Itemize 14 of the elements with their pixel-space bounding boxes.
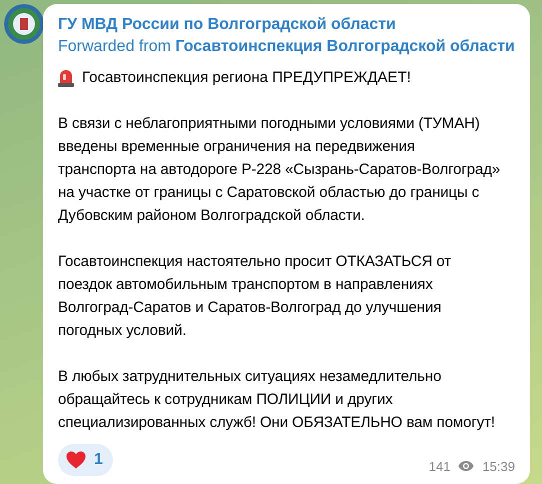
headline-text: Госавтоинспекция региона ПРЕДУПРЕЖДАЕТ! [82, 68, 411, 88]
siren-icon [58, 68, 74, 86]
message-paragraph: В любых затруднительных ситуациях незамедлительно обращайтесь к сотрудникам ПОЛИЦИИ и других специализированных служб! Они ОБЯЗАТЕЛЬНО вам помогут! [58, 367, 496, 433]
eye-icon [458, 460, 474, 472]
message-paragraph: В связи с неблагоприятными погодными условиями (ТУМАН) введены временные ограничения на передвижения транспорта на автодороге Р-228 «Сызрань-Саратов-Волгоград» на участке от границы с Саратовской областью до границы с Дубовским районом Волгоградской области. [58, 114, 502, 226]
sender-name[interactable]: ГУ МВД России по Волгоградской области [58, 14, 515, 36]
view-count: 141 [428, 458, 450, 476]
reaction-button[interactable]: 1 [58, 444, 113, 476]
avatar-icon[interactable] [4, 4, 44, 44]
forwarded-source-link[interactable]: Госавтоинспекция Волгоградской области [175, 38, 515, 55]
message-paragraph: Госавтоинспекция настоятельно просит ОТКАЗАТЬСЯ от поездок автомобильным транспортом в направлениях Волгоград-Саратов и Саратов-Волгоград до улучшения погодных условий. [58, 252, 452, 341]
heart-icon [66, 451, 86, 469]
forwarded-line: Forwarded from Госавтоинспекция Волгоградской области [58, 37, 515, 57]
message-time: 15:39 [482, 458, 515, 476]
